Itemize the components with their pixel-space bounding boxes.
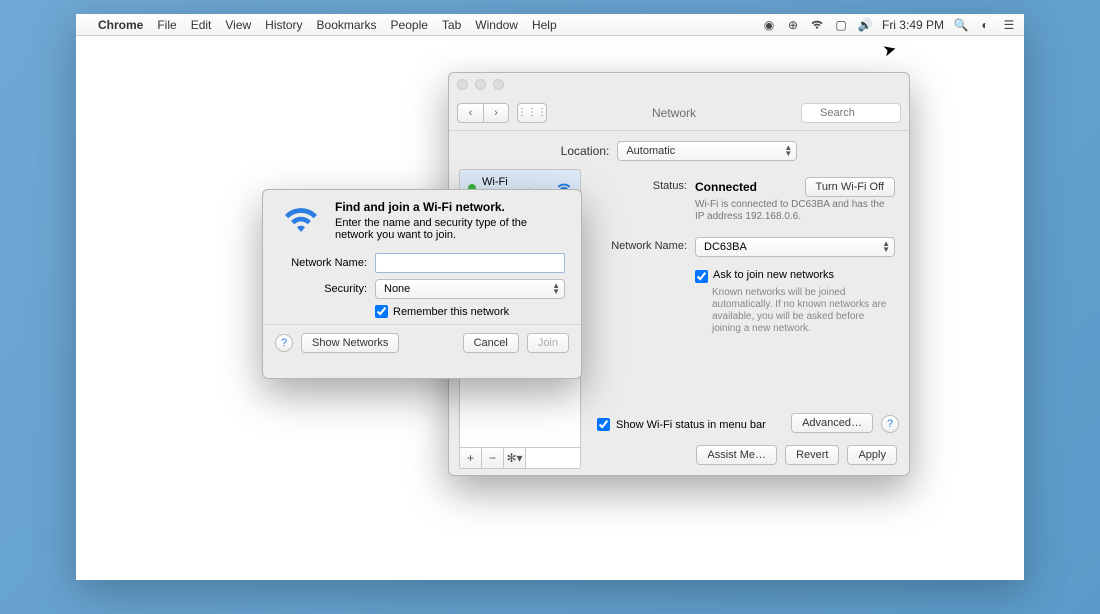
minimize-button[interactable] [475, 79, 486, 90]
status-value: Connected [695, 180, 757, 194]
window-title: Network [555, 106, 793, 120]
spotlight-icon[interactable]: 🔍 [954, 18, 968, 32]
menu-help[interactable]: Help [532, 18, 557, 32]
menu-edit[interactable]: Edit [191, 18, 212, 32]
dialog-help-button[interactable]: ? [275, 334, 293, 352]
dialog-security-label: Security: [279, 283, 375, 295]
search-input[interactable] [801, 103, 901, 123]
cancel-button[interactable]: Cancel [463, 333, 519, 353]
service-actions-button[interactable]: ✻▾ [504, 448, 526, 468]
location-popup[interactable]: Automatic ▲▼ [617, 141, 797, 161]
status-description: Wi-Fi is connected to DC63BA and has the… [695, 199, 895, 223]
status-label: Status: [595, 177, 695, 223]
help-button[interactable]: ? [881, 415, 899, 433]
dialog-network-name-label: Network Name: [279, 257, 375, 269]
dialog-network-name-input[interactable] [375, 253, 565, 273]
ask-to-join-checkbox[interactable] [695, 270, 708, 283]
display-icon[interactable]: ▢ [834, 18, 848, 32]
menu-history[interactable]: History [265, 18, 302, 32]
back-button[interactable]: ‹ [457, 103, 483, 123]
app-menu[interactable]: Chrome [98, 18, 143, 32]
dialog-title: Find and join a Wi-Fi network. [335, 200, 565, 214]
join-button[interactable]: Join [527, 333, 569, 353]
dialog-security-popup[interactable]: None ▲▼ [375, 279, 565, 299]
cursor-icon: ➤ [880, 39, 898, 62]
service-name: Wi-Fi [482, 176, 530, 188]
show-all-button[interactable]: ⋮⋮⋮ [517, 103, 547, 123]
location-label: Location: [561, 144, 610, 158]
network-name-value: DC63BA [704, 241, 747, 253]
add-service-button[interactable]: + [460, 448, 482, 468]
zoom-button[interactable] [493, 79, 504, 90]
menu-people[interactable]: People [391, 18, 428, 32]
titlebar[interactable] [449, 73, 909, 95]
menu-tab[interactable]: Tab [442, 18, 461, 32]
ask-to-join-label: Ask to join new networks [713, 269, 834, 281]
remove-service-button[interactable]: − [482, 448, 504, 468]
menu-view[interactable]: View [225, 18, 251, 32]
menu-file[interactable]: File [157, 18, 176, 32]
status-icon-2[interactable]: ⊕ [786, 18, 800, 32]
turn-wifi-off-button[interactable]: Turn Wi-Fi Off [805, 177, 895, 197]
menu-bookmarks[interactable]: Bookmarks [317, 18, 377, 32]
join-network-dialog: Find and join a Wi-Fi network. Enter the… [262, 189, 582, 379]
siri-icon[interactable]: ◐ [978, 18, 992, 32]
wifi-large-icon [279, 200, 323, 241]
notification-center-icon[interactable]: ☰ [1002, 18, 1016, 32]
close-button[interactable] [457, 79, 468, 90]
advanced-button[interactable]: Advanced… [791, 413, 873, 433]
forward-button[interactable]: › [483, 103, 509, 123]
status-icon-1[interactable]: ◉ [762, 18, 776, 32]
desktop: Chrome File Edit View History Bookmarks … [76, 14, 1024, 580]
wifi-icon[interactable] [810, 18, 824, 32]
show-menubar-label: Show Wi-Fi status in menu bar [616, 419, 766, 431]
menubar: Chrome File Edit View History Bookmarks … [76, 14, 1024, 36]
show-menubar-checkbox[interactable] [597, 418, 610, 431]
clock[interactable]: Fri 3:49 PM [882, 18, 944, 32]
remember-network-checkbox[interactable] [375, 305, 388, 318]
assist-me-button[interactable]: Assist Me… [696, 445, 777, 465]
apply-button[interactable]: Apply [847, 445, 897, 465]
volume-icon[interactable]: 🔊 [858, 18, 872, 32]
toolbar: ‹ › ⋮⋮⋮ Network 🔍 [449, 95, 909, 131]
network-name-popup[interactable]: DC63BA ▲▼ [695, 237, 895, 257]
location-value: Automatic [626, 145, 675, 157]
network-name-label: Network Name: [595, 237, 695, 257]
dialog-subtitle: Enter the name and security type of the … [335, 217, 565, 241]
dialog-security-value: None [384, 283, 410, 295]
menu-window[interactable]: Window [475, 18, 518, 32]
show-networks-button[interactable]: Show Networks [301, 333, 399, 353]
remember-network-label: Remember this network [393, 306, 509, 318]
ask-to-join-hint: Known networks will be joined automatica… [712, 287, 895, 335]
revert-button[interactable]: Revert [785, 445, 839, 465]
